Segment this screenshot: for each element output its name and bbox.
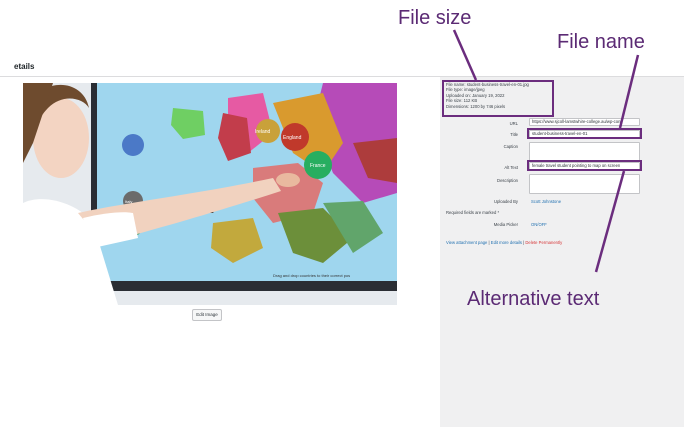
annotation-lines [452,29,640,273]
file-name-callout: File name [557,31,645,53]
alt-text-callout: Alternative text [467,288,600,310]
file-size-callout: File size [398,7,472,29]
